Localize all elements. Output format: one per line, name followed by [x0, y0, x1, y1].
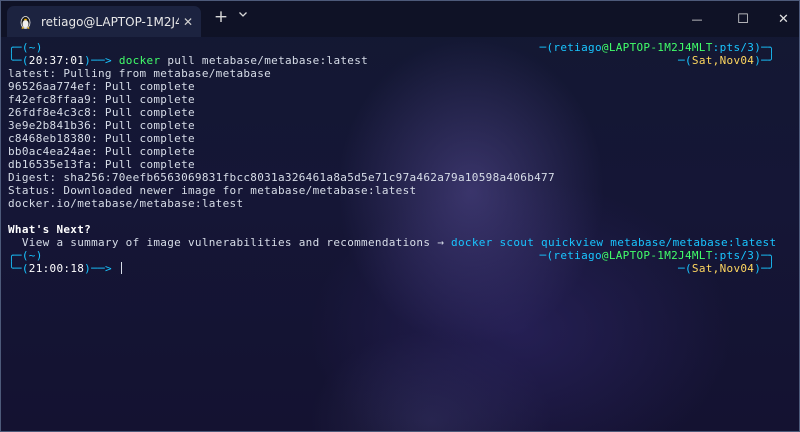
prompt-user-host: ─(retiago@LAPTOP-1M2J4MLT:pts/3)─╮: [539, 249, 775, 262]
maximize-button[interactable]: ☐: [720, 1, 766, 37]
output-line: Status: Downloaded newer image for metab…: [8, 184, 417, 197]
output-line: 26fdf8e4c3c8: Pull complete: [8, 106, 195, 119]
close-tab-button[interactable]: ✕: [183, 15, 193, 29]
prompt-top-left: ╭─(~): [8, 249, 43, 262]
output-line: 96526aa774ef: Pull complete: [8, 80, 195, 93]
output-line: bb0ac4ea24ae: Pull complete: [8, 145, 195, 158]
whats-next-heading: What's Next?: [8, 223, 92, 236]
prompt-top-left: ╭─(~): [8, 41, 43, 54]
prompt-user-host: ─(retiago@LAPTOP-1M2J4MLT:pts/3)─╮: [539, 41, 775, 54]
chevron-down-icon: [239, 12, 247, 17]
prompt-date: ─(Sat,Nov04)─╯: [678, 262, 775, 275]
prompt-command-line: ╰─(20:37:01)──> docker pull metabase/met…: [8, 54, 369, 67]
prompt-input-line[interactable]: ╰─(21:00:18)──>: [8, 262, 122, 275]
title-bar: retiago@LAPTOP-1M2J4MLT:~ ✕ + — ☐ ✕: [1, 1, 799, 37]
output-line: latest: Pulling from metabase/metabase: [8, 67, 272, 80]
prompt-date: ─(Sat,Nov04)─╯: [678, 54, 775, 67]
terminal-window: retiago@LAPTOP-1M2J4MLT:~ ✕ + — ☐ ✕ ╭─(~…: [0, 0, 800, 432]
minimize-button[interactable]: —: [674, 1, 720, 37]
output-line: 3e9e2b841b36: Pull complete: [8, 119, 195, 132]
linux-penguin-icon: [18, 15, 32, 29]
close-window-button[interactable]: ✕: [766, 1, 799, 37]
tab-dropdown-button[interactable]: [232, 8, 254, 22]
terminal-content[interactable]: ╭─(~) ─(retiago@LAPTOP-1M2J4MLT:pts/3)─╮…: [1, 37, 799, 431]
output-line: f42efc8ffaa9: Pull complete: [8, 93, 195, 106]
terminal-tab[interactable]: retiago@LAPTOP-1M2J4MLT:~ ✕: [7, 6, 201, 37]
output-line: docker.io/metabase/metabase:latest: [8, 197, 244, 210]
output-line: db16535e13fa: Pull complete: [8, 158, 195, 171]
new-tab-button[interactable]: +: [210, 7, 232, 27]
scrollbar[interactable]: [794, 39, 798, 429]
text-cursor: [120, 262, 122, 274]
tab-title: retiago@LAPTOP-1M2J4MLT:~: [41, 14, 179, 29]
output-line: c8468eb18380: Pull complete: [8, 132, 195, 145]
whats-next-hint: View a summary of image vulnerabilities …: [8, 236, 777, 249]
output-line: Digest: sha256:70eefb6563069831fbcc8031a…: [8, 171, 555, 184]
